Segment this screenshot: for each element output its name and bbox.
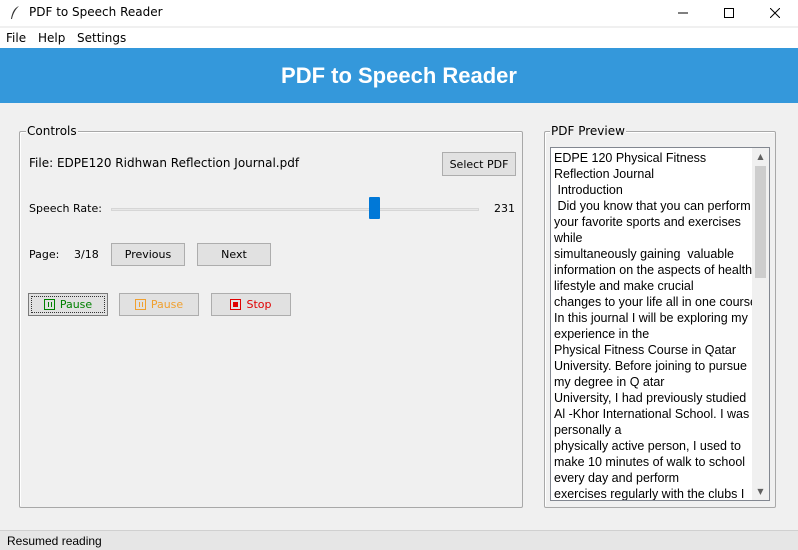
preview-text-line: simultaneously gaining valuable	[554, 247, 734, 261]
pause-button[interactable]: Pause	[28, 293, 108, 316]
preview-text-line: Al -Khor International School. I was	[554, 407, 750, 421]
preview-text-line: Did you know that you can perform	[554, 199, 751, 213]
preview-text-line: experience in the	[554, 327, 650, 341]
preview-text-line: EDPE 120 Physical Fitness	[554, 151, 707, 165]
pause-button-disabled[interactable]: Pause	[119, 293, 199, 316]
preview-text-line: every day and perform	[554, 471, 680, 485]
stop-button[interactable]: Stop	[211, 293, 291, 316]
pdf-preview-frame: PDF Preview EDPE 120 Physical Fitness Ref…	[544, 124, 776, 508]
scroll-up-icon[interactable]: ▲	[752, 148, 769, 165]
menu-settings[interactable]: Settings	[77, 31, 126, 45]
pause-icon	[43, 299, 55, 310]
stop-icon	[230, 299, 242, 310]
minimize-button[interactable]	[660, 0, 706, 26]
preview-text-line: information on the aspects of health	[554, 263, 753, 277]
pdf-preview-text: EDPE 120 Physical Fitness Reflection Jour…	[554, 150, 754, 501]
window-title: PDF to Speech Reader	[29, 5, 163, 19]
close-icon	[770, 8, 780, 18]
stop-button-label: Stop	[246, 298, 272, 311]
speech-rate-value: 231	[494, 202, 515, 215]
pause-button-label: Pause	[59, 298, 93, 311]
maximize-button[interactable]	[706, 0, 752, 26]
menu-file[interactable]: File	[6, 31, 26, 45]
status-text: Resumed reading	[7, 534, 102, 548]
scroll-thumb[interactable]	[755, 166, 766, 278]
app-header: PDF to Speech Reader	[0, 48, 798, 103]
title-bar: PDF to Speech Reader	[0, 0, 798, 26]
preview-text-line: lifestyle and make crucial	[554, 279, 694, 293]
preview-text-line: Reflection Journal	[554, 167, 655, 181]
feather-icon	[11, 6, 19, 19]
preview-text-line: Introduction	[554, 183, 623, 197]
select-pdf-button[interactable]: Select PDF	[442, 152, 516, 176]
speech-rate-slider-thumb[interactable]	[369, 197, 380, 219]
preview-text-line: physically active person, I used to	[554, 439, 741, 453]
scroll-down-icon[interactable]: ▼	[752, 483, 769, 500]
speech-rate-label: Speech Rate:	[29, 202, 102, 215]
maximize-icon	[724, 8, 734, 18]
controls-frame: Controls File: EDPE120 Ridhwan Reflectio…	[19, 124, 523, 508]
pause-button-disabled-label: Pause	[150, 298, 184, 311]
previous-button[interactable]: Previous	[111, 243, 185, 266]
preview-text-line: University. Before joining to pursue	[554, 359, 747, 373]
status-bar: Resumed reading	[0, 530, 798, 550]
preview-text-line: while	[554, 231, 583, 245]
controls-legend: Controls	[26, 124, 78, 138]
pdf-preview-textbox[interactable]: EDPE 120 Physical Fitness Reflection Jour…	[550, 147, 770, 501]
preview-text-line: University, I had previously studied	[554, 391, 747, 405]
page-label: Page:	[29, 248, 60, 261]
preview-text-line: Physical Fitness Course in Qatar	[554, 343, 737, 357]
next-button[interactable]: Next	[197, 243, 271, 266]
close-button[interactable]	[752, 0, 798, 26]
preview-text-line: my degree in Q atar	[554, 375, 665, 389]
speech-rate-slider-track[interactable]	[111, 208, 479, 211]
preview-scrollbar[interactable]: ▲ ▼	[752, 148, 769, 500]
preview-text-line: your favorite sports and exercises	[554, 215, 741, 229]
pause-icon	[134, 299, 146, 310]
menu-bar: File Help Settings	[0, 28, 798, 48]
preview-text-line: personally a	[554, 423, 622, 437]
file-label: File: EDPE120 Ridhwan Reflection Journal…	[29, 156, 300, 170]
preview-text-line: changes to your life all in one course	[554, 295, 754, 309]
header-title: PDF to Speech Reader	[281, 62, 517, 88]
preview-text-line: In this journal I will be exploring my	[554, 311, 748, 325]
preview-text-line: exercises regularly with the clubs I	[554, 487, 745, 501]
preview-text-line: make 10 minutes of walk to school	[554, 455, 746, 469]
pdf-preview-legend: PDF Preview	[550, 124, 626, 138]
minimize-icon	[678, 12, 688, 14]
menu-help[interactable]: Help	[38, 31, 65, 45]
page-value: 3/18	[74, 248, 99, 261]
